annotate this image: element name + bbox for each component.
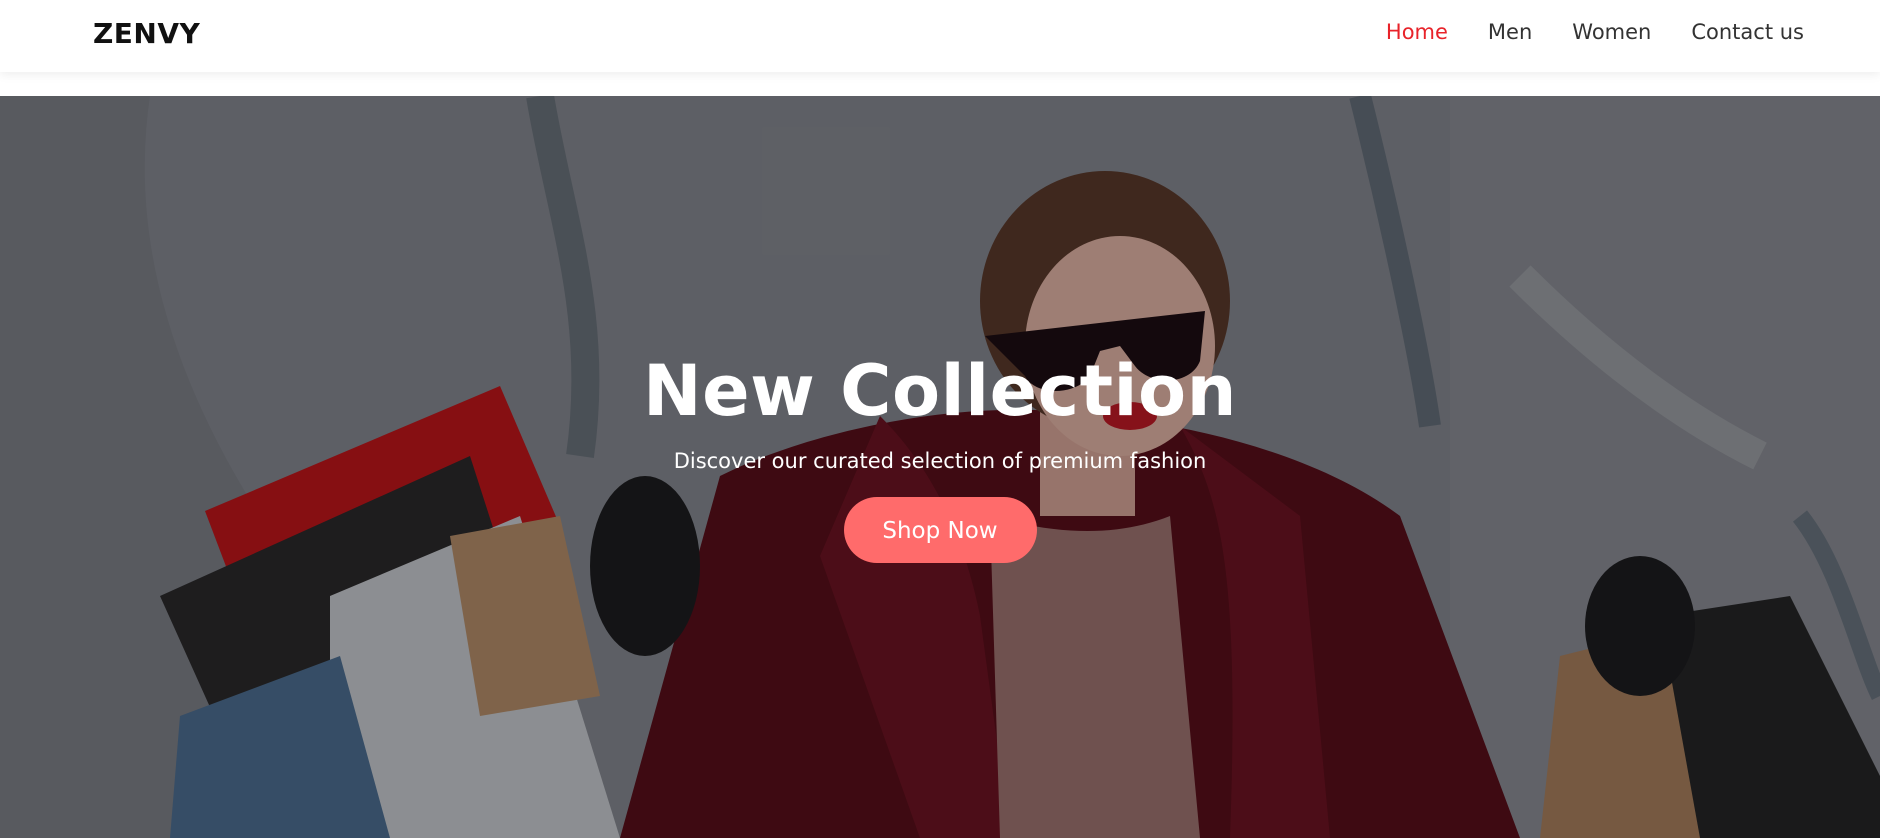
hero-subtitle: Discover our curated selection of premiu… (673, 449, 1207, 473)
hero-content: New Collection Discover our curated sele… (0, 351, 1880, 563)
nav-item-contact[interactable]: Contact us (1691, 20, 1804, 44)
shop-now-button[interactable]: Shop Now (843, 497, 1037, 563)
nav-item-women[interactable]: Women (1572, 20, 1651, 44)
hero-banner: New Collection Discover our curated sele… (0, 96, 1880, 838)
nav-item-home[interactable]: Home (1386, 20, 1448, 44)
brand-logo[interactable]: ZENVY (93, 17, 200, 50)
hero-title: New Collection (643, 350, 1237, 432)
site-header: ZENVY Home Men Women Contact us (0, 0, 1880, 72)
nav-item-men[interactable]: Men (1488, 20, 1532, 44)
main-nav: Home Men Women Contact us (1386, 20, 1804, 44)
